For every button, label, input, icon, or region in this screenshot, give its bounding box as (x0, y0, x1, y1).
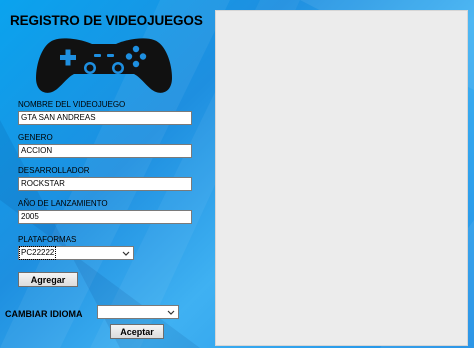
gamepad-icon (36, 38, 172, 93)
developer-label: DESARROLLADOR (18, 166, 90, 175)
platform-select-value: PC22222 (18, 246, 57, 260)
developer-input[interactable] (18, 177, 192, 191)
genre-label: GENERO (18, 133, 53, 142)
add-button[interactable]: Agregar (18, 272, 78, 287)
name-label: NOMBRE DEL VIDEOJUEGO (18, 100, 126, 109)
chevron-down-icon (167, 310, 175, 315)
platform-label: PLATAFORMAS (18, 235, 77, 244)
chevron-down-icon (122, 251, 130, 256)
year-input[interactable] (18, 210, 192, 224)
language-select[interactable] (97, 305, 179, 319)
accept-button[interactable]: Aceptar (110, 324, 164, 339)
year-label: AÑO DE LANZAMIENTO (18, 199, 108, 208)
platform-select[interactable]: PC22222 (18, 246, 134, 260)
genre-input[interactable] (18, 144, 192, 158)
display-panel (215, 10, 468, 346)
name-input[interactable] (18, 111, 192, 125)
page-title: REGISTRO DE VIDEOJUEGOS (10, 13, 203, 28)
language-label: CAMBIAR IDIOMA (5, 309, 83, 319)
